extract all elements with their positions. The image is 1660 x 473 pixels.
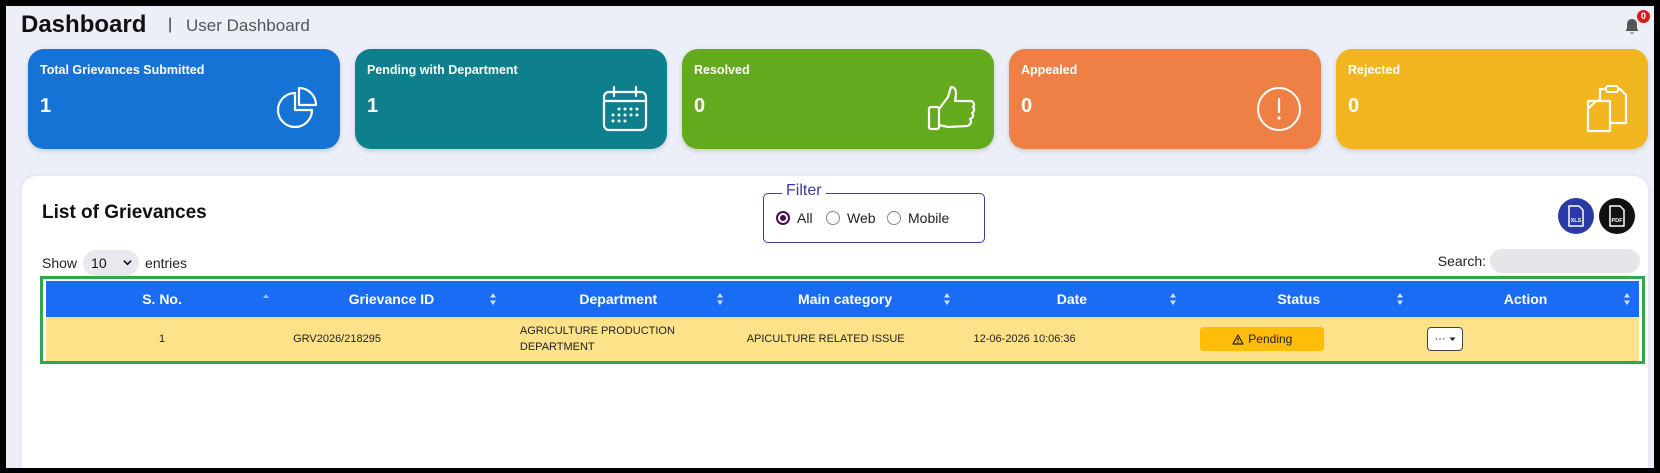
table-search: Search: bbox=[1438, 248, 1640, 274]
cell-status: Pending bbox=[1185, 317, 1412, 361]
cell-date: 12-06-2026 10:06:36 bbox=[973, 333, 1076, 345]
card-label: Appealed bbox=[1021, 63, 1078, 77]
search-input[interactable] bbox=[1490, 249, 1640, 273]
sort-icon bbox=[1170, 293, 1177, 305]
radio-selected-icon bbox=[776, 211, 790, 225]
card-resolved[interactable]: Resolved 0 bbox=[682, 49, 994, 149]
list-title: List of Grievances bbox=[42, 202, 207, 223]
warning-icon bbox=[1232, 333, 1244, 345]
radio-icon bbox=[826, 211, 840, 225]
card-label: Rejected bbox=[1348, 63, 1401, 77]
caret-down-icon bbox=[1449, 337, 1456, 341]
svg-text:PDF: PDF bbox=[1612, 218, 1624, 224]
sort-icon bbox=[489, 293, 496, 305]
clipboard-copy-icon bbox=[1586, 85, 1628, 133]
entries-length-control: Show 10 entries bbox=[42, 249, 187, 277]
card-count: 0 bbox=[1348, 95, 1360, 117]
sort-icon bbox=[943, 293, 950, 305]
filter-option-label: All bbox=[797, 210, 813, 226]
export-pdf-button[interactable]: PDF bbox=[1599, 198, 1635, 234]
entries-value: 10 bbox=[91, 255, 107, 271]
notification-count-badge: 0 bbox=[1637, 10, 1650, 23]
table-row: 1 GRV2026/218295 AGRICULTURE PRODUCTION … bbox=[46, 317, 1639, 361]
page-subtitle: User Dashboard bbox=[186, 16, 310, 35]
summary-cards: Total Grievances Submitted 1 Pending wit… bbox=[28, 49, 1650, 149]
xls-file-icon: XLS bbox=[1568, 205, 1584, 227]
card-label: Total Grievances Submitted bbox=[40, 63, 205, 77]
card-count: 1 bbox=[40, 95, 52, 117]
sort-icon bbox=[1624, 293, 1630, 305]
grievance-table: S. No. Grievance ID Department Main cate… bbox=[46, 281, 1639, 361]
exclamation-circle-icon bbox=[1257, 87, 1301, 131]
grievance-table-wrapper: S. No. Grievance ID Department Main cate… bbox=[40, 276, 1645, 364]
column-header-sno[interactable]: S. No. bbox=[46, 281, 278, 317]
entries-select[interactable]: 10 bbox=[83, 250, 140, 276]
card-appealed[interactable]: Appealed 0 bbox=[1009, 49, 1321, 149]
grievance-list-panel: List of Grievances Filter All Web Mobile… bbox=[22, 176, 1648, 468]
filter-option-web[interactable]: Web bbox=[826, 210, 876, 226]
chevron-down-icon bbox=[123, 260, 132, 266]
cell-grievance-id: GRV2026/218295 bbox=[293, 333, 381, 345]
sort-icon bbox=[716, 293, 723, 305]
page-title: Dashboard bbox=[21, 11, 147, 38]
card-count: 0 bbox=[694, 95, 706, 117]
column-header-date[interactable]: Date bbox=[959, 281, 1186, 317]
card-label: Pending with Department bbox=[367, 63, 518, 77]
filter-group: Filter All Web Mobile bbox=[763, 182, 985, 243]
cell-department: AGRICULTURE PRODUCTION DEPARTMENT bbox=[519, 325, 675, 353]
title-separator: | bbox=[168, 16, 173, 33]
column-header-action[interactable]: Action bbox=[1412, 281, 1639, 317]
card-total-grievances[interactable]: Total Grievances Submitted 1 bbox=[28, 49, 340, 149]
cell-action: ··· bbox=[1412, 317, 1639, 361]
svg-text:XLS: XLS bbox=[1571, 218, 1582, 224]
column-header-department[interactable]: Department bbox=[505, 281, 732, 317]
sort-icon bbox=[1397, 293, 1404, 305]
radio-icon bbox=[887, 211, 901, 225]
thumbs-up-icon bbox=[927, 85, 976, 131]
card-rejected[interactable]: Rejected 0 bbox=[1336, 49, 1648, 149]
column-header-status[interactable]: Status bbox=[1185, 281, 1412, 317]
filter-legend: Filter bbox=[782, 182, 826, 200]
pdf-file-icon: PDF bbox=[1609, 205, 1625, 227]
more-icon: ··· bbox=[1434, 333, 1446, 345]
row-action-button[interactable]: ··· bbox=[1427, 327, 1464, 351]
column-header-grievance-id[interactable]: Grievance ID bbox=[278, 281, 505, 317]
export-xls-button[interactable]: XLS bbox=[1558, 198, 1594, 234]
status-text: Pending bbox=[1248, 332, 1293, 346]
pie-chart-icon bbox=[276, 86, 318, 129]
column-header-main-category[interactable]: Main category bbox=[732, 281, 959, 317]
calendar-icon bbox=[602, 85, 648, 132]
show-label: Show bbox=[42, 255, 78, 271]
entries-label: entries bbox=[145, 255, 188, 271]
filter-option-mobile[interactable]: Mobile bbox=[887, 210, 949, 226]
cell-main-category: APICULTURE RELATED ISSUE bbox=[746, 333, 905, 345]
filter-option-all[interactable]: All bbox=[776, 210, 813, 226]
sort-asc-icon bbox=[263, 294, 270, 298]
app-frame: Dashboard | User Dashboard 0 Total Griev… bbox=[6, 6, 1654, 468]
status-badge: Pending bbox=[1200, 327, 1325, 351]
card-pending-department[interactable]: Pending with Department 1 bbox=[355, 49, 667, 149]
card-label: Resolved bbox=[694, 63, 750, 77]
cell-sno: 1 bbox=[158, 333, 166, 345]
table-header-row: S. No. Grievance ID Department Main cate… bbox=[46, 281, 1639, 317]
filter-option-label: Mobile bbox=[908, 210, 950, 226]
top-bar: Dashboard | User Dashboard 0 bbox=[6, 6, 1654, 46]
card-count: 0 bbox=[1021, 95, 1033, 117]
search-label: Search: bbox=[1437, 253, 1486, 269]
filter-option-label: Web bbox=[847, 210, 876, 226]
card-count: 1 bbox=[367, 95, 379, 117]
